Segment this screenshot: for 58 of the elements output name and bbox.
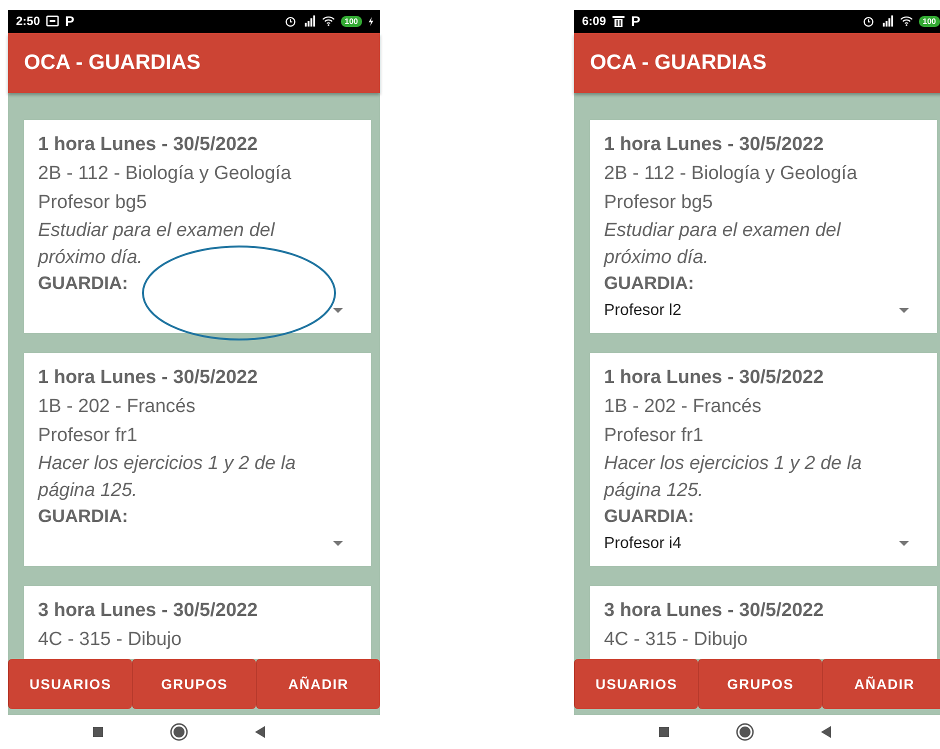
nav-button[interactable]: AÑADIR [256,659,380,710]
status-p-label: P [631,13,640,30]
status-p-label: P [65,13,74,30]
group-line: 4C - 315 - Dibujo [38,628,183,652]
wifi-icon [322,15,335,28]
status-time: 6:09 [582,14,606,28]
app-title: OCA - GUARDIAS [24,50,201,75]
wifi-icon [900,15,913,28]
card-heading: 1 hora Lunes - 30/5/2022 [604,366,825,390]
group-line: 4C - 315 - Dibujo [604,628,749,652]
guard-label: GUARDIA: [604,272,695,295]
caret-icon [899,308,909,314]
card-heading: 3 hora Lunes - 30/5/2022 [38,598,259,623]
card-heading: 1 hora Lunes - 30/5/2022 [38,132,259,157]
alarm-clock-icon [284,15,297,28]
square-nav-icon[interactable] [92,726,104,738]
guard-label: GUARDIA: [38,504,129,528]
home-nav-icon[interactable] [736,723,754,742]
nav-button[interactable]: AÑADIR [822,659,940,710]
card-heading: 1 hora Lunes - 30/5/2022 [38,366,259,390]
signal-icon [302,15,316,28]
battery-level: 100 [918,16,940,27]
trash-icon [612,15,626,28]
teacher-line: Profesor bg5 [604,190,714,215]
back-nav-icon[interactable] [820,726,832,738]
guard-label: GUARDIA: [38,272,129,295]
alarm-clock-icon [862,15,875,28]
nav-button[interactable]: GRUPOS [698,659,822,710]
back-nav-icon[interactable] [254,726,266,738]
battery-level: 100 [340,16,362,27]
nav-button[interactable]: USUARIOS [8,659,132,710]
status-time: 2:50 [16,14,40,28]
nav-button[interactable]: USUARIOS [574,659,698,710]
card-heading: 3 hora Lunes - 30/5/2022 [604,598,825,623]
group-line: 2B - 112 - Biología y Geología [604,162,858,186]
home-nav-icon[interactable] [170,723,188,742]
signal-icon [880,15,894,28]
caret-icon [333,541,343,546]
task-note: Estudiar para el examen del próximo día. [38,218,276,270]
task-note: Hacer los ejercicios 1 y 2 de la página 125. [604,452,863,503]
guard-label: GUARDIA: [604,504,695,528]
guard-dropdown[interactable]: Profesor i4 [604,528,923,560]
group-line: 2B - 112 - Biología y Geología [38,162,292,186]
screen-icon [46,15,60,28]
app-title: OCA - GUARDIAS [590,50,767,75]
teacher-line: Profesor bg5 [38,190,148,215]
task-note: Hacer los ejercicios 1 y 2 de la página 125. [38,452,297,503]
task-note: Estudiar para el examen del próximo día. [604,218,842,270]
teacher-line: Profesor fr1 [604,424,704,448]
card-heading: 1 hora Lunes - 30/5/2022 [604,132,825,157]
teacher-line: Profesor fr1 [38,424,138,448]
nav-button[interactable]: GRUPOS [132,659,256,710]
caret-icon [899,541,909,546]
group-line: 1B - 202 - Francés [38,394,196,419]
guard-dropdown[interactable]: Profesor l2 [604,294,923,327]
square-nav-icon[interactable] [658,726,670,738]
group-line: 1B - 202 - Francés [604,394,762,419]
caret-icon [333,308,343,314]
